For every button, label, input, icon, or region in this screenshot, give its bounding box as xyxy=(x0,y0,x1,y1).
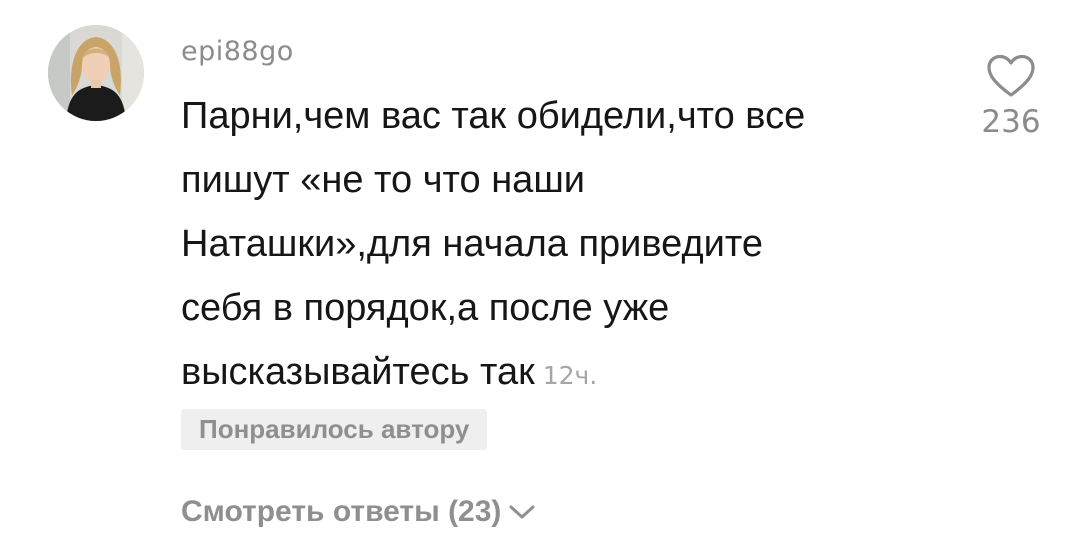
chevron-down-icon xyxy=(509,504,535,520)
avatar[interactable] xyxy=(48,25,144,121)
comment-text: Парни,чем вас так обидели,что все пишут … xyxy=(181,84,941,408)
liked-by-author-badge: Понравилось автору xyxy=(181,409,488,450)
comment-text-line: Наташки»,для начала приведите xyxy=(181,223,763,265)
like-area: 236 xyxy=(964,52,1058,142)
username[interactable]: epi88go xyxy=(181,36,294,68)
view-replies-button[interactable]: Смотреть ответы (23) xyxy=(181,492,535,532)
heart-outline-icon[interactable] xyxy=(986,54,1036,98)
comment-text-line: пишут «не то что наши xyxy=(181,159,586,201)
avatar-photo xyxy=(48,25,144,121)
comment-text-line-last: высказывайтесь так 12ч. xyxy=(181,340,941,408)
comment-item: epi88go Парни,чем вас так обидели,что вс… xyxy=(0,0,1080,547)
comment-text-line-end: высказывайтесь так xyxy=(181,351,535,393)
comment-text-line: себя в порядок,а после уже xyxy=(181,287,670,329)
comment-text-line: Парни,чем вас так обидели,что все xyxy=(181,95,806,137)
view-replies-label: Смотреть ответы (23) xyxy=(181,495,502,528)
timestamp: 12ч. xyxy=(542,361,598,390)
like-count: 236 xyxy=(981,104,1041,140)
